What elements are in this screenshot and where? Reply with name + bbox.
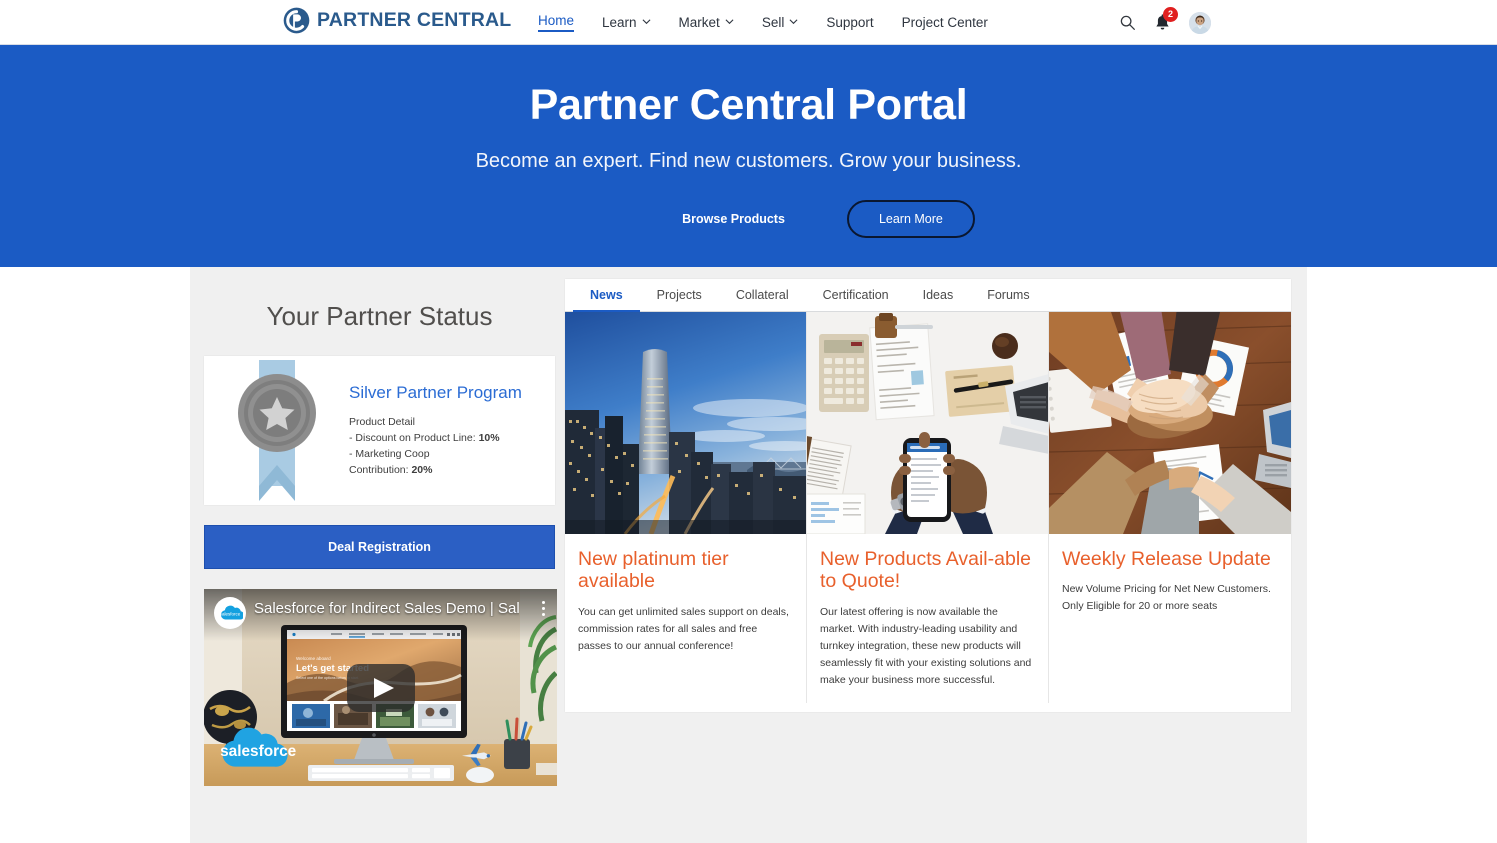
news-card-body: Weekly Release Update New Volume Pricing…	[1049, 534, 1291, 615]
nav-item-learn[interactable]: Learn	[588, 0, 665, 45]
feed-tabs: News Projects Collateral Certification I…	[565, 279, 1291, 312]
search-icon[interactable]	[1119, 14, 1136, 31]
team-hands-stacked-image	[1049, 312, 1291, 534]
pc-monogram-icon	[283, 7, 310, 34]
video-title[interactable]: Salesforce for Indirect Sales Demo | Sal…	[254, 600, 519, 617]
contribution-line: Contribution: 20%	[349, 462, 522, 478]
partner-status-panel: Your Partner Status Silver Partner Progr…	[204, 267, 557, 786]
nav-item-support[interactable]: Support	[812, 0, 887, 45]
deal-registration-button[interactable]: Deal Registration	[204, 525, 555, 569]
nav-item-label: Sell	[761, 15, 785, 30]
svg-text:Welcome aboard: Welcome aboard	[296, 656, 331, 661]
notification-badge: 2	[1163, 6, 1178, 22]
discount-value: 10%	[478, 431, 500, 444]
feed-panel: News Projects Collateral Certification I…	[565, 279, 1291, 712]
tab-ideas[interactable]: Ideas	[906, 280, 971, 312]
nav-item-home[interactable]: Home	[524, 0, 588, 45]
salesforce-watermark: salesforce	[212, 711, 312, 778]
nav-actions: 2	[1119, 0, 1211, 45]
contribution-value: 20%	[411, 464, 433, 477]
nav-item-sell[interactable]: Sell	[748, 0, 813, 45]
news-card-text: You can get unlimited sales support on d…	[578, 605, 789, 652]
silver-medal-ribbon-icon	[204, 359, 349, 502]
news-card[interactable]: New Products Avail-able to Quote! Our la…	[807, 312, 1049, 703]
partner-tier-title[interactable]: Silver Partner Program	[349, 382, 522, 403]
marketing-coop-label: - Marketing Coop	[349, 448, 430, 461]
tab-forums[interactable]: Forums	[970, 280, 1046, 312]
city-skyline-dusk-image	[565, 312, 806, 534]
youtube-play-icon[interactable]	[346, 663, 415, 712]
chevron-down-icon	[642, 17, 651, 26]
nav-item-label: Support	[826, 15, 874, 30]
tab-collateral[interactable]: Collateral	[719, 280, 806, 312]
video-player[interactable]: Welcome aboard Let's get started Select …	[204, 589, 557, 786]
news-card-title[interactable]: New Products Avail-able to Quote!	[820, 548, 1035, 593]
partner-status-info: Silver Partner Program Product Detail - …	[349, 382, 536, 478]
browse-products-link[interactable]: Browse Products	[682, 212, 785, 226]
nav-item-project-center[interactable]: Project Center	[888, 0, 1002, 45]
svg-text:salesforce: salesforce	[220, 612, 241, 617]
svg-text:salesforce: salesforce	[220, 743, 297, 760]
discount-label: - Discount on Product Line:	[349, 431, 476, 444]
tab-certification[interactable]: Certification	[806, 280, 906, 312]
tab-news[interactable]: News	[573, 280, 640, 312]
nav-item-market[interactable]: Market	[665, 0, 748, 45]
partner-status-heading: Your Partner Status	[266, 301, 493, 331]
discount-line: - Discount on Product Line: 10%	[349, 430, 522, 446]
brand-name: PARTNER CENTRAL	[317, 9, 512, 31]
user-avatar[interactable]	[1189, 11, 1211, 34]
brand-logo[interactable]: PARTNER CENTRAL	[283, 7, 511, 34]
product-detail-heading: Product Detail	[349, 415, 415, 428]
bell-icon[interactable]: 2	[1154, 6, 1178, 32]
chevron-down-icon	[725, 17, 734, 26]
feed-bottom-strip	[565, 702, 1291, 712]
news-card-title[interactable]: New platinum tier available	[578, 548, 793, 593]
top-navigation-bar: PARTNER CENTRAL Home Learn Market Sell S…	[0, 0, 1497, 45]
nav-links: Home Learn Market Sell Support Project C…	[524, 0, 1002, 45]
nav-item-label: Project Center	[901, 15, 988, 30]
news-card-text: New Volume Pricing for Net New Customers…	[1062, 583, 1271, 613]
news-card-body: New Products Avail-able to Quote! Our la…	[807, 534, 1048, 689]
nav-item-label: Learn	[602, 15, 637, 30]
hero-actions: Browse Products Learn More	[0, 200, 1497, 238]
main-content-area: Your Partner Status Silver Partner Progr…	[190, 267, 1307, 843]
learn-more-button[interactable]: Learn More	[846, 200, 975, 238]
salesforce-cloud-icon[interactable]: salesforce	[214, 597, 246, 629]
nav-item-label: Home	[538, 13, 575, 32]
chevron-down-icon	[789, 17, 798, 26]
hero-banner: Partner Central Portal Become an expert.…	[0, 45, 1497, 267]
news-card-title[interactable]: Weekly Release Update	[1062, 548, 1278, 570]
news-card-body: New platinum tier available You can get …	[565, 534, 806, 655]
nav-item-label: Market	[678, 15, 720, 30]
partner-status-card: Silver Partner Program Product Detail - …	[204, 356, 555, 505]
news-card[interactable]: New platinum tier available You can get …	[565, 312, 807, 703]
news-card[interactable]: Weekly Release Update New Volume Pricing…	[1049, 312, 1291, 703]
hero-subtitle: Become an expert. Find new customers. Gr…	[475, 150, 1022, 172]
desk-flatlay-phone-image	[807, 312, 1048, 534]
kebab-menu-icon[interactable]	[542, 601, 545, 616]
contribution-label: Contribution:	[349, 464, 409, 477]
news-card-text: Our latest offering is now available the…	[820, 605, 1032, 686]
tab-projects[interactable]: Projects	[640, 280, 719, 312]
news-card-list: New platinum tier available You can get …	[565, 312, 1291, 703]
page-title: Partner Central Portal	[529, 81, 968, 129]
